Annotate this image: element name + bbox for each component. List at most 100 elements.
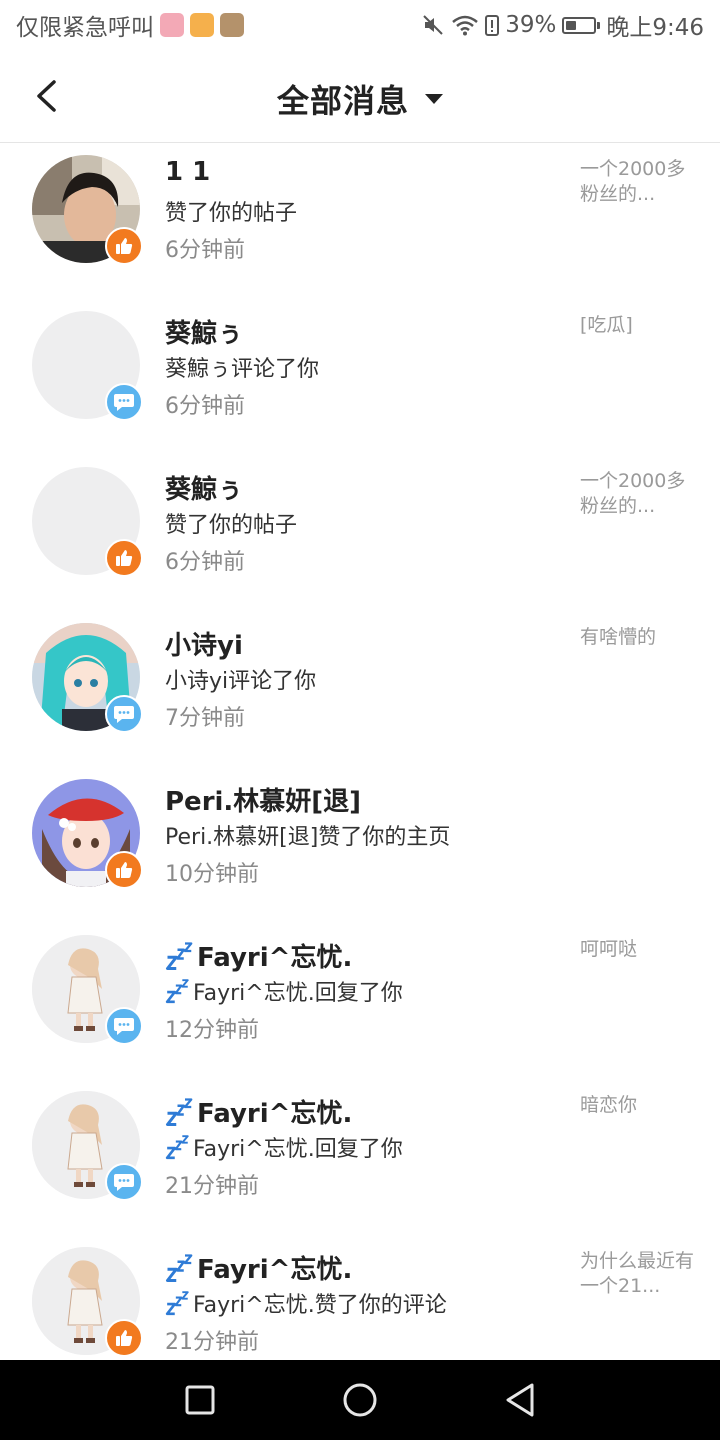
message-time: 12分钟前	[165, 1018, 259, 1043]
thumbs-up-icon	[116, 862, 133, 878]
message-action: 葵鯨ぅ评论了你	[165, 351, 319, 383]
sender-name[interactable]: Fayri^忘忧.	[165, 1249, 352, 1286]
message-action: 赞了你的帖子	[165, 507, 297, 539]
message-action-text: 葵鯨ぅ评论了你	[165, 357, 320, 382]
message-preview: 一个2000多粉丝的...	[580, 470, 686, 517]
sender-name-text: Fayri^忘忧.	[197, 943, 353, 973]
message-preview: [吃瓜]	[580, 314, 633, 336]
message-row[interactable]: 小诗yi 小诗yi评论了你 7分钟前 有啥懵的	[0, 611, 720, 767]
circle-icon	[343, 1383, 377, 1417]
sender-name[interactable]: 葵鯨ぅ	[165, 313, 243, 350]
message-action-text: Fayri^忘忧.回复了你	[193, 981, 403, 1006]
message-action: Fayri^忘忧.赞了你的评论	[165, 1287, 447, 1319]
sender-name-text: 小诗yi	[165, 631, 243, 661]
sleep-zz-icon	[165, 1291, 189, 1316]
app-screen: 仅限紧急呼叫 39% 晚上9:46 全部消息 1 1 赞了你的帖子 6分钟前 一…	[0, 0, 720, 1440]
sender-name[interactable]: Fayri^忘忧.	[165, 1093, 352, 1130]
comment-badge	[105, 383, 143, 421]
back-nav-button[interactable]	[498, 1378, 542, 1422]
sender-name-text: 葵鯨ぅ	[165, 319, 244, 349]
like-badge	[105, 539, 143, 577]
comment-badge	[105, 1007, 143, 1045]
comment-bubble-icon	[114, 706, 134, 723]
square-icon	[185, 1385, 215, 1415]
message-time: 6分钟前	[165, 238, 245, 263]
like-badge	[105, 851, 143, 889]
clock-text: 晚上9:46	[606, 15, 704, 41]
message-action: 赞了你的帖子	[165, 195, 297, 227]
message-row[interactable]: 葵鯨ぅ葵鯨ぅ评论了你 6分钟前 [吃瓜]	[0, 299, 720, 455]
status-right: 39% 晚上9:46	[421, 8, 704, 42]
sleep-zz-icon	[166, 1253, 193, 1282]
message-action-text: 赞了你的帖子	[165, 201, 298, 226]
message-action: Fayri^忘忧.回复了你	[165, 975, 403, 1007]
message-row[interactable]: Fayri^忘忧. Fayri^忘忧.回复了你 21分钟前 暗恋你	[0, 1079, 720, 1235]
carrier-text: 仅限紧急呼叫	[16, 15, 154, 41]
message-time: 7分钟前	[165, 706, 245, 731]
like-badge	[105, 1319, 143, 1357]
triangle-back-icon	[506, 1383, 534, 1417]
message-time: 21分钟前	[165, 1174, 259, 1199]
comment-badge	[105, 695, 143, 733]
battery-level-fill	[566, 20, 577, 30]
sender-name-text: Fayri^忘忧.	[197, 1255, 353, 1285]
message-row[interactable]: 葵鯨ぅ赞了你的帖子 6分钟前 一个2000多粉丝的...	[0, 455, 720, 611]
sender-name[interactable]: Fayri^忘忧.	[165, 937, 352, 974]
page-title: 全部消息	[276, 82, 409, 120]
recents-button[interactable]	[178, 1378, 222, 1422]
wifi-icon	[451, 13, 479, 37]
notification-app-icon	[160, 13, 184, 37]
battery-icon	[562, 16, 601, 34]
battery-percent: 39%	[505, 12, 557, 38]
message-action-text: 赞了你的帖子	[165, 513, 298, 538]
navigation-bar	[0, 1360, 720, 1440]
notification-app-icon	[190, 13, 214, 37]
message-preview: 一个2000多粉丝的...	[580, 158, 686, 205]
like-badge	[105, 227, 143, 265]
message-action-text: 小诗yi评论了你	[165, 669, 317, 694]
mute-icon	[421, 13, 445, 37]
notification-app-icon	[220, 13, 244, 37]
message-time: 6分钟前	[165, 550, 245, 575]
status-bar: 仅限紧急呼叫 39% 晚上9:46	[0, 0, 720, 50]
message-row[interactable]: Fayri^忘忧. Fayri^忘忧.赞了你的评论 21分钟前 为什么最近有一个21.…	[0, 1235, 720, 1360]
sender-name-text: 1 1	[165, 157, 211, 187]
comment-badge	[105, 1163, 143, 1201]
message-action: Peri.林慕妍[退]赞了你的主页	[165, 819, 450, 851]
sender-name-text: 葵鯨ぅ	[165, 475, 244, 505]
title-bar: 全部消息	[0, 50, 720, 143]
message-action-text: Fayri^忘忧.赞了你的评论	[193, 1293, 447, 1318]
comment-bubble-icon	[114, 394, 134, 411]
message-row[interactable]: Peri.林慕妍[退] Peri.林慕妍[退]赞了你的主页 10分钟前	[0, 767, 720, 923]
message-preview: 为什么最近有一个21...	[580, 1250, 695, 1297]
message-time: 10分钟前	[165, 862, 259, 887]
message-list[interactable]: 1 1 赞了你的帖子 6分钟前 一个2000多粉丝的... 葵鯨ぅ 葵鯨ぅ评论了你 6分钟前…	[0, 143, 720, 1360]
message-preview: 有啥懵的	[580, 626, 657, 648]
message-preview: 呵呵哒	[580, 938, 638, 960]
thumbs-up-icon	[116, 1330, 133, 1346]
message-row[interactable]: Fayri^忘忧. Fayri^忘忧.回复了你 12分钟前 呵呵哒	[0, 923, 720, 1079]
message-action-text: Peri.林慕妍[退]赞了你的主页	[165, 825, 451, 850]
sender-name[interactable]: 葵鯨ぅ	[165, 469, 243, 506]
message-action-text: Fayri^忘忧.回复了你	[193, 1137, 403, 1162]
message-row[interactable]: 1 1 赞了你的帖子 6分钟前 一个2000多粉丝的...	[0, 143, 720, 299]
sender-name[interactable]: 小诗yi	[165, 625, 243, 662]
sender-name-text: Peri.林慕妍[退]	[165, 787, 362, 817]
sleep-zz-icon	[165, 979, 189, 1004]
sleep-zz-icon	[165, 1135, 189, 1160]
message-time: 21分钟前	[165, 1330, 259, 1355]
thumbs-up-icon	[116, 550, 133, 566]
home-button[interactable]	[338, 1378, 382, 1422]
sender-name[interactable]: Peri.林慕妍[退]	[165, 781, 361, 818]
caret-down-icon	[425, 94, 443, 104]
message-time: 6分钟前	[165, 394, 245, 419]
status-left: 仅限紧急呼叫	[16, 8, 244, 42]
message-action: 小诗yi评论了你	[165, 663, 316, 695]
sleep-zz-icon	[166, 1097, 193, 1126]
title-dropdown[interactable]: 全部消息	[0, 76, 720, 122]
comment-bubble-icon	[114, 1018, 134, 1035]
message-action: Fayri^忘忧.回复了你	[165, 1131, 403, 1163]
sender-name[interactable]: 1 1	[165, 157, 210, 187]
comment-bubble-icon	[114, 1174, 134, 1191]
battery-alert-icon	[485, 14, 500, 36]
